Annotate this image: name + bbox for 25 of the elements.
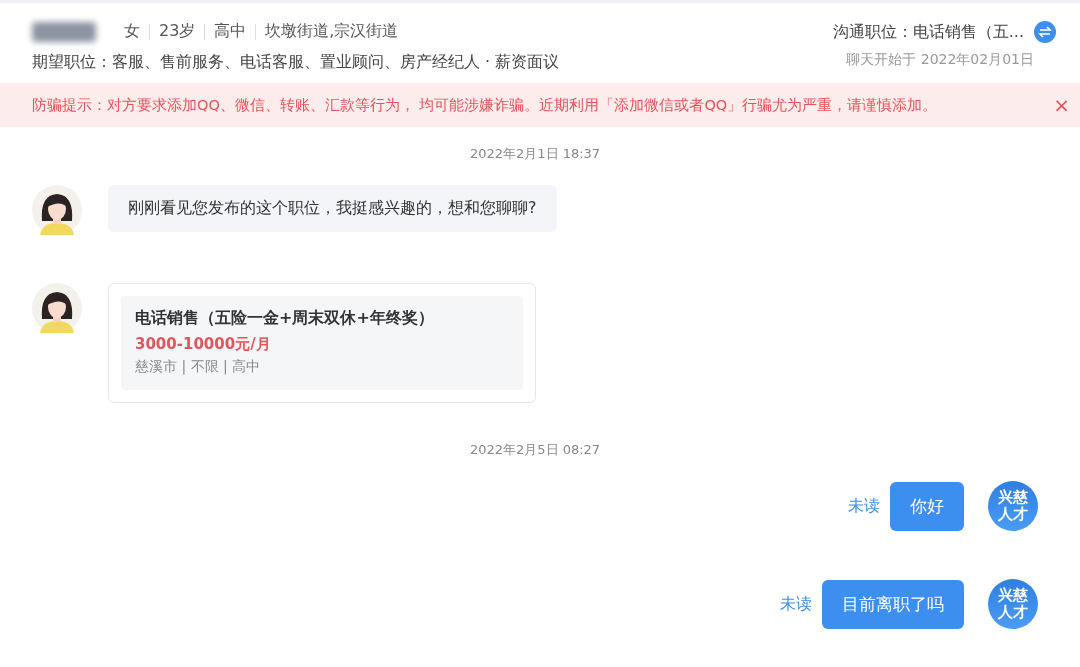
profile-tag: 坎墩街道,宗汉街道 [265, 21, 399, 42]
message-bubble: 刚刚看见您发布的这个职位，我挺感兴趣的，想和您聊聊? [108, 185, 557, 232]
message-bubble: 你好 [890, 481, 964, 531]
job-title: 电话销售（五险一金+周末双休+年终奖） [135, 308, 435, 329]
profile-tag: 高中 [214, 21, 247, 42]
message-time: 2022年2月5日 08:27 [469, 441, 601, 459]
message-time: 2022年2月1日 18:37 [469, 145, 601, 163]
blurred-name [32, 21, 96, 42]
job-card[interactable]: 电话销售（五险一金+周末双休+年终奖） 3000-10000元/月 慈溪市 | 不限 | 高中 [108, 283, 536, 403]
unread-status: 未读 [780, 593, 812, 615]
unread-status: 未读 [848, 495, 880, 517]
company-logo: 兴慈 人才 [988, 481, 1038, 531]
fraud-warning: 防骗提示：对方要求添加QQ、微信、转账、汇款等行为， 均可能涉嫌诈骗。近期利用「添加微信或者QQ」行骗尤为严重，请谨慎添加。 [32, 95, 938, 115]
position-label: 沟通职位：电话销售（五... [832, 21, 1024, 43]
switch-icon[interactable] [1034, 21, 1056, 43]
job-details: 慈溪市 | 不限 | 高中 [135, 358, 262, 376]
avatar-icon [32, 185, 82, 235]
profile-tag: 23岁 [159, 21, 196, 42]
profile-tag: 女 [124, 21, 140, 42]
job-salary: 3000-10000元/月 [135, 335, 272, 354]
avatar-icon [32, 283, 82, 333]
chat-start-date: 聊天开始于 2022年02月01日 [846, 51, 1034, 69]
expected-positions: 期望职位：客服、售前服务、电话客服、置业顾问、房产经纪人 · 薪资面议 [32, 52, 560, 73]
message-bubble: 目前离职了吗 [822, 579, 964, 629]
company-logo: 兴慈 人才 [988, 579, 1038, 629]
